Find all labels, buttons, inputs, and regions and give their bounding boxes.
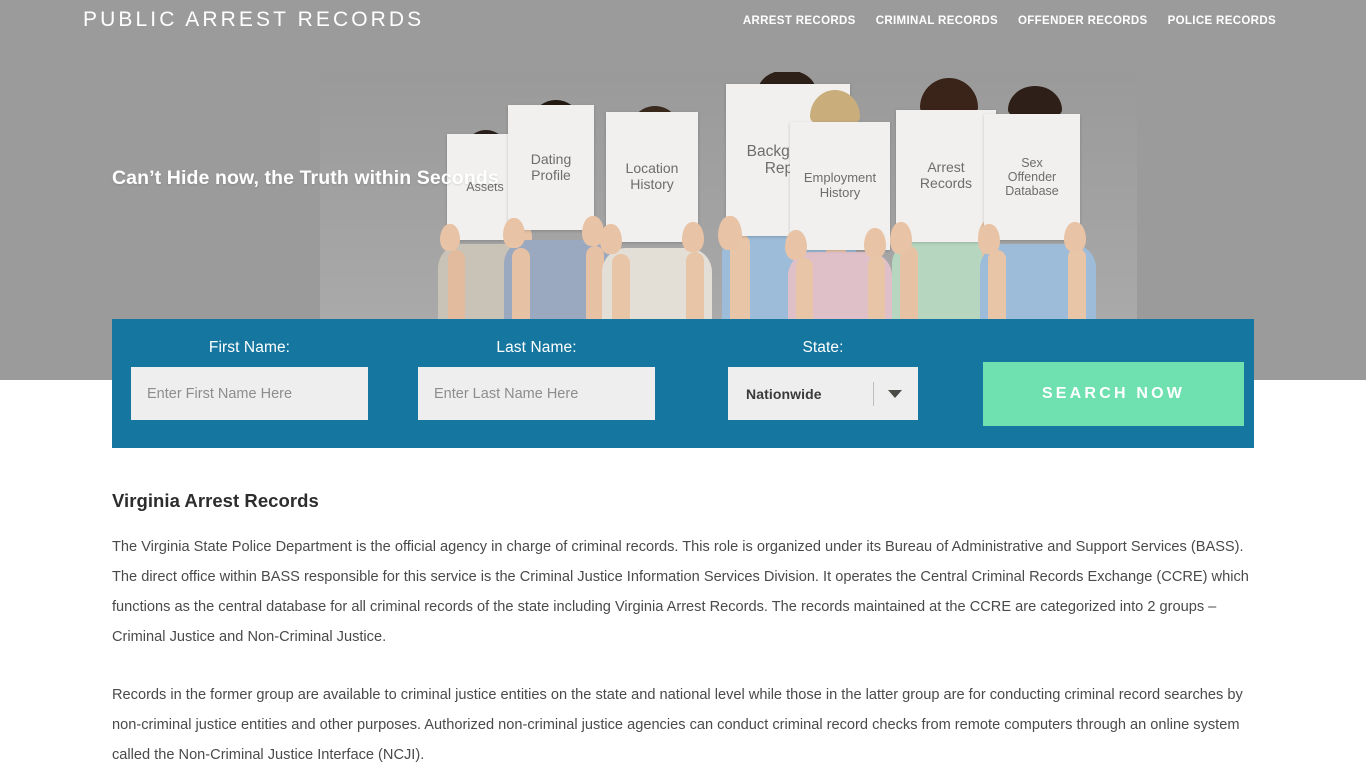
person-hand bbox=[682, 222, 704, 252]
person-hand bbox=[785, 230, 807, 260]
person-hand bbox=[978, 224, 1000, 254]
article-paragraph-2: Records in the former group are availabl… bbox=[112, 687, 1243, 763]
state-select[interactable]: Nationwide bbox=[728, 367, 918, 420]
article-paragraph-1: The Virginia State Police Department is … bbox=[112, 539, 1249, 645]
first-name-label: First Name: bbox=[208, 339, 291, 356]
last-name-label: Last Name: bbox=[496, 339, 577, 356]
state-select-value: Nationwide bbox=[746, 385, 822, 402]
select-divider bbox=[873, 382, 874, 406]
site-header: PUBLIC ARREST RECORDS ARREST RECORDS CRI… bbox=[0, 0, 1366, 46]
hero-sign-arrest-records: Arrest Records bbox=[896, 110, 996, 242]
person-hand bbox=[600, 224, 622, 254]
first-name-field-group: First Name: bbox=[131, 339, 368, 420]
person-hand bbox=[503, 218, 525, 248]
nav-link-criminal-records[interactable]: CRIMINAL RECORDS bbox=[876, 15, 998, 27]
last-name-input[interactable] bbox=[418, 367, 655, 420]
person-hand bbox=[718, 216, 742, 250]
state-label: State: bbox=[802, 339, 844, 356]
hero-sign-dating-profile: Dating Profile bbox=[508, 105, 594, 230]
hero-headline: Can’t Hide now, the Truth within Seconds bbox=[112, 167, 499, 189]
hero-sign-sex-offender-database: Sex Offender Database bbox=[984, 114, 1080, 240]
article-title: Virginia Arrest Records bbox=[112, 490, 319, 511]
person-hand bbox=[1064, 222, 1086, 252]
search-now-button[interactable]: SEARCH NOW bbox=[983, 362, 1244, 426]
nav-link-arrest-records[interactable]: ARREST RECORDS bbox=[743, 15, 856, 27]
nav-link-offender-records[interactable]: OFFENDER RECORDS bbox=[1018, 15, 1148, 27]
article-content: Virginia Arrest Records The Virginia Sta… bbox=[112, 490, 1254, 768]
nav-link-police-records[interactable]: POLICE RECORDS bbox=[1168, 15, 1276, 27]
search-form-panel: First Name: Last Name: State: Nationwide… bbox=[112, 319, 1254, 448]
person-hand bbox=[864, 228, 886, 258]
person-hand bbox=[440, 224, 460, 251]
hero-sign-location-history: Location History bbox=[606, 112, 698, 242]
last-name-field-group: Last Name: bbox=[418, 339, 655, 420]
main-navigation: ARREST RECORDS CRIMINAL RECORDS OFFENDER… bbox=[743, 15, 1276, 27]
site-brand-title: PUBLIC ARREST RECORDS bbox=[83, 8, 425, 31]
state-field-group: State: Nationwide bbox=[728, 339, 918, 420]
chevron-down-icon bbox=[888, 390, 902, 398]
first-name-input[interactable] bbox=[131, 367, 368, 420]
person-hand bbox=[890, 222, 912, 254]
page-root: PUBLIC ARREST RECORDS ARREST RECORDS CRI… bbox=[0, 0, 1366, 768]
